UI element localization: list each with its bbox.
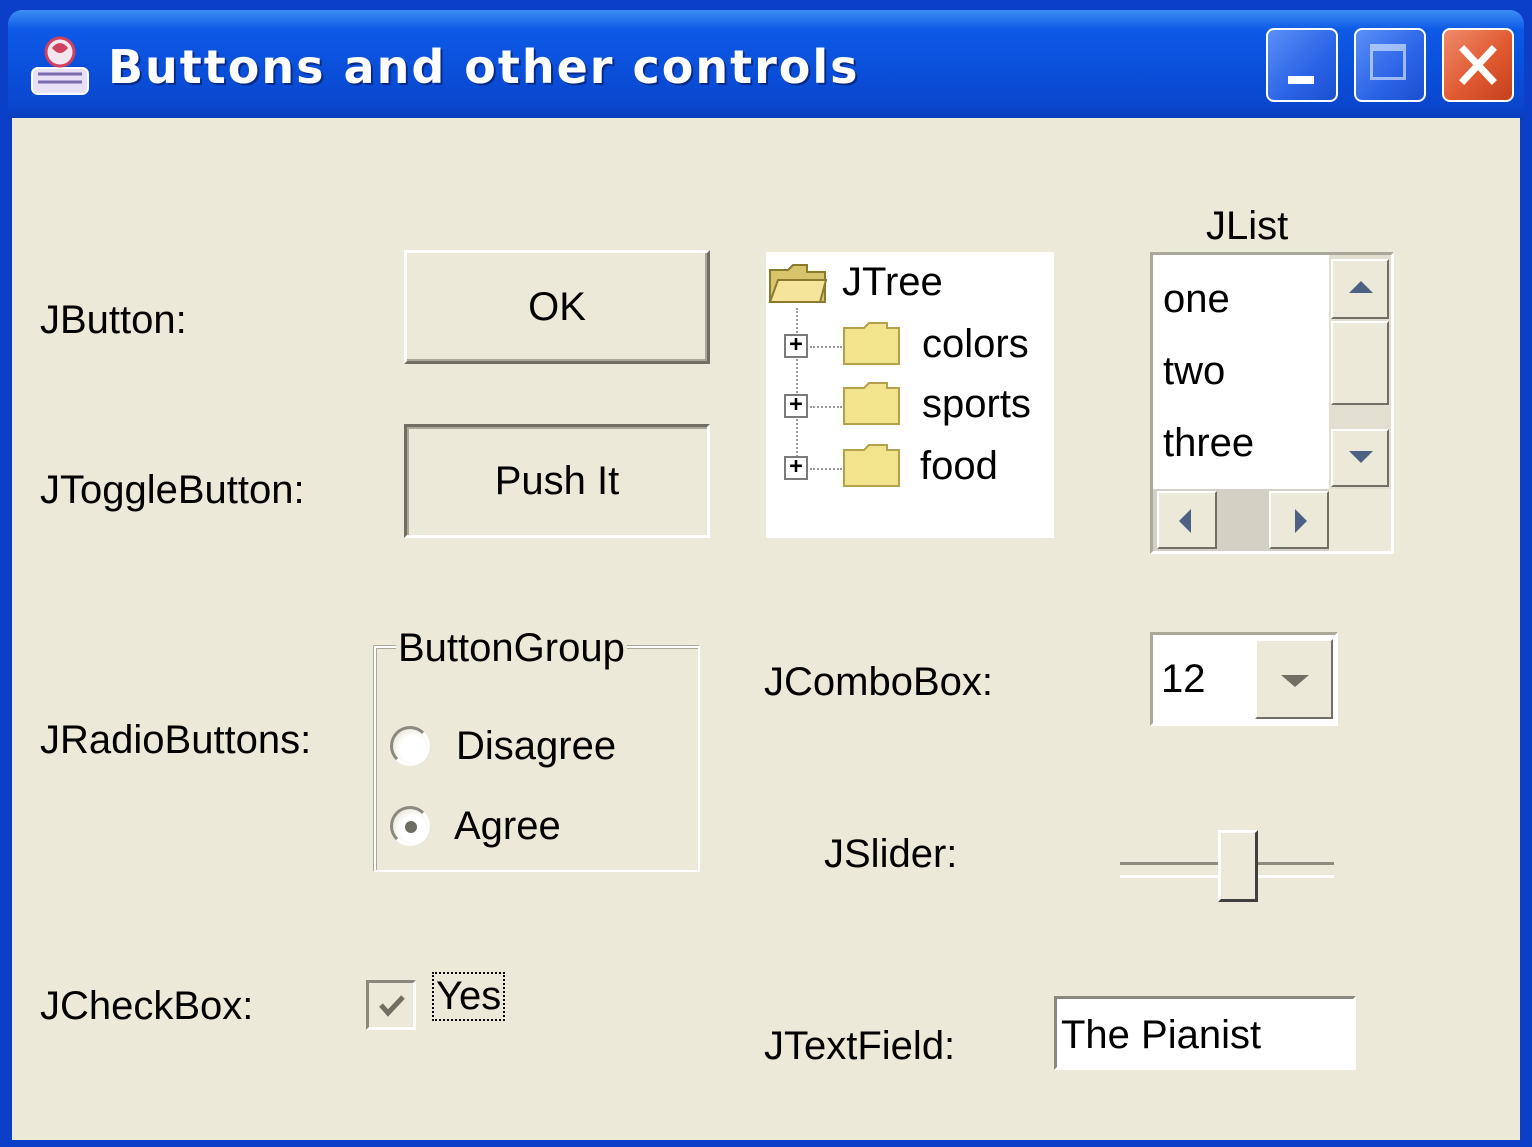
radio-label-agree[interactable]: Agree [454, 804, 561, 849]
list-scroll-pane[interactable]: one two three [1150, 252, 1394, 554]
tree-node-sports[interactable]: sports [922, 382, 1031, 427]
list-view[interactable]: one two three [1153, 255, 1329, 489]
checkbox-yes[interactable] [366, 980, 416, 1030]
window-title: Buttons and other controls [108, 40, 860, 94]
folder-icon [843, 444, 900, 487]
list-item[interactable]: one [1163, 277, 1230, 322]
arrow-down-icon [1349, 451, 1373, 463]
tree-node-colors[interactable]: colors [922, 322, 1029, 367]
tree-line [810, 346, 842, 348]
folder-icon [843, 322, 900, 365]
list-item[interactable]: three [1163, 421, 1254, 466]
scroll-left-button[interactable] [1157, 491, 1217, 549]
radio-disagree[interactable] [390, 726, 430, 766]
vertical-scroll-thumb[interactable] [1331, 321, 1389, 405]
expand-icon[interactable]: + [784, 394, 808, 418]
jtextfield-label: JTextField: [764, 1024, 956, 1068]
radio-agree[interactable] [390, 806, 430, 846]
arrow-up-icon [1349, 281, 1373, 293]
folder-icon [843, 382, 900, 425]
maximize-button[interactable] [1354, 28, 1426, 102]
combo-value: 12 [1161, 657, 1206, 701]
scroll-up-button[interactable] [1331, 259, 1389, 319]
minimize-button[interactable] [1266, 28, 1338, 102]
jradiobuttons-label: JRadioButtons: [40, 718, 312, 762]
expand-icon[interactable]: + [784, 334, 808, 358]
scroll-down-button[interactable] [1331, 429, 1389, 487]
arrow-right-icon [1295, 509, 1307, 533]
tree-view[interactable]: JTree + colors + sports + food [766, 252, 1054, 538]
text-field-value: The Pianist [1061, 1013, 1262, 1057]
push-it-toggle-button[interactable]: Push It [404, 424, 710, 538]
tree-root-label[interactable]: JTree [842, 260, 943, 305]
jlist-label: JList [1206, 204, 1289, 248]
radio-label-disagree[interactable]: Disagree [456, 724, 616, 769]
maximize-icon [1370, 44, 1406, 80]
close-icon [1459, 45, 1497, 85]
radio-selected-dot [405, 821, 417, 833]
java-app-icon [31, 36, 89, 95]
tree-line [810, 468, 842, 470]
jcheckbox-label: JCheckBox: [40, 984, 254, 1028]
jbutton-label: JButton: [40, 298, 187, 342]
minimize-icon [1288, 76, 1314, 84]
combo-dropdown-button[interactable] [1255, 639, 1333, 719]
tree-line [810, 406, 842, 408]
ok-button[interactable]: OK [404, 250, 710, 364]
scroll-right-button[interactable] [1269, 491, 1329, 549]
text-field[interactable]: The Pianist [1054, 996, 1356, 1070]
slider-thumb[interactable] [1217, 830, 1258, 902]
expand-icon[interactable]: + [784, 456, 808, 480]
open-folder-icon [768, 264, 828, 303]
arrow-left-icon [1179, 509, 1191, 533]
list-item[interactable]: two [1163, 349, 1225, 394]
jslider-label: JSlider: [824, 832, 958, 876]
jcombobox-label: JComboBox: [764, 660, 993, 704]
jtogglebutton-label: JToggleButton: [40, 468, 305, 512]
combo-box[interactable]: 12 [1150, 632, 1338, 726]
button-group-title: ButtonGroup [396, 626, 627, 671]
chevron-down-icon [1281, 675, 1309, 687]
check-icon [379, 995, 405, 1017]
checkbox-label[interactable]: Yes [432, 972, 506, 1021]
tree-node-food[interactable]: food [920, 444, 998, 489]
close-button[interactable] [1442, 28, 1514, 102]
